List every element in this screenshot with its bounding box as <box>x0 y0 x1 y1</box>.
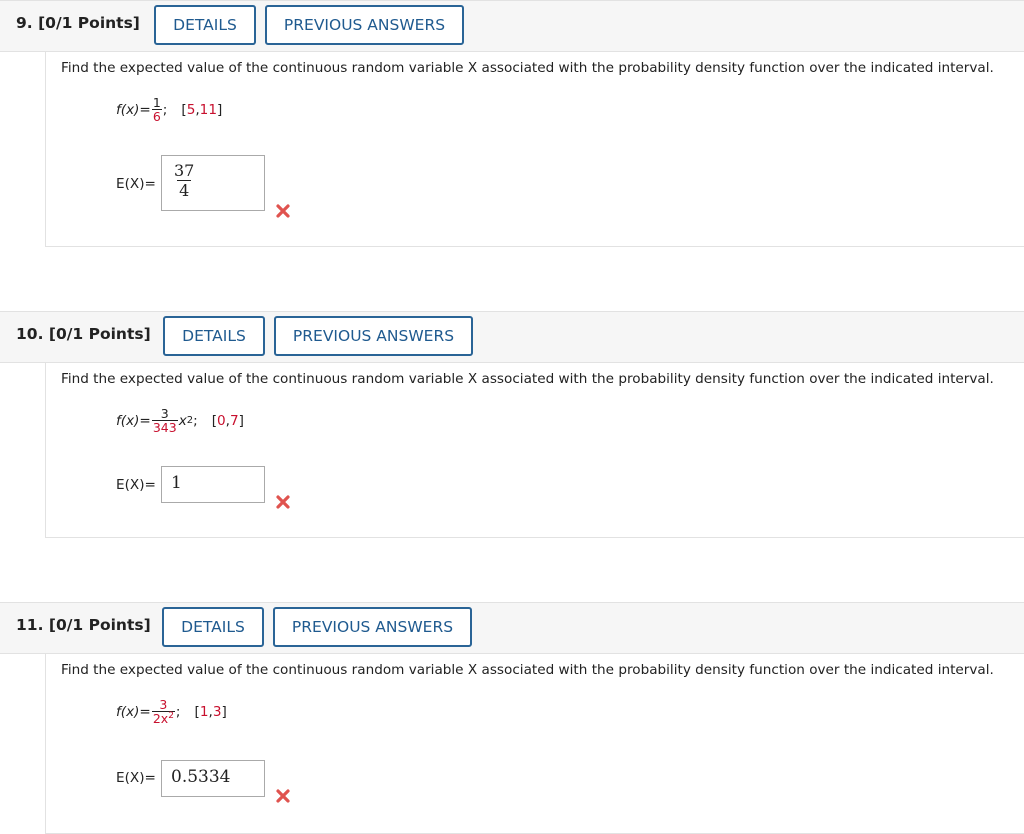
question-header: 11. [0/1 Points] DETAILS PREVIOUS ANSWER… <box>0 602 1024 654</box>
question-prompt: Find the expected value of the continuou… <box>61 371 994 387</box>
x-mark-icon <box>276 495 290 509</box>
previous-answers-button[interactable]: PREVIOUS ANSWERS <box>274 316 473 356</box>
question-body: Find the expected value of the continuou… <box>45 654 1024 834</box>
details-button[interactable]: DETAILS <box>162 607 264 647</box>
density-function: f(x)= 1 6 ; [5,11] <box>116 95 223 124</box>
answer-label: E(X)= <box>116 176 156 192</box>
question-prompt: Find the expected value of the continuou… <box>61 60 994 76</box>
interval: [5,11] <box>181 101 223 118</box>
x-mark-icon <box>276 789 290 803</box>
answer-input[interactable]: 1 <box>161 466 265 503</box>
details-button[interactable]: DETAILS <box>154 5 256 45</box>
interval: [1,3] <box>194 703 227 720</box>
fraction: 3 2x2 <box>151 697 175 726</box>
fraction: 1 6 <box>151 95 162 124</box>
density-function: f(x)= 3 343 x 2; [0,7] <box>116 406 244 435</box>
question-body: Find the expected value of the continuou… <box>45 52 1024 247</box>
question-header: 10. [0/1 Points] DETAILS PREVIOUS ANSWER… <box>0 311 1024 363</box>
answer-input[interactable]: 37 4 <box>161 155 265 211</box>
question-points-label: 10. [0/1 Points] <box>16 325 151 343</box>
answer-input[interactable]: 0.5334 <box>161 760 265 797</box>
answer-fraction: 37 4 <box>174 161 195 200</box>
answer-label: E(X)= <box>116 770 156 786</box>
density-function: f(x)= 3 2x2 ; [1,3] <box>116 697 227 726</box>
question-header: 9. [0/1 Points] DETAILS PREVIOUS ANSWERS <box>0 0 1024 52</box>
previous-answers-button[interactable]: PREVIOUS ANSWERS <box>273 607 472 647</box>
answer-label: E(X)= <box>116 477 156 493</box>
question-points-label: 11. [0/1 Points] <box>16 616 151 634</box>
interval: [0,7] <box>211 412 244 429</box>
question-points-label: 9. [0/1 Points] <box>16 14 140 32</box>
x-mark-icon <box>276 204 290 218</box>
previous-answers-button[interactable]: PREVIOUS ANSWERS <box>265 5 464 45</box>
question-prompt: Find the expected value of the continuou… <box>61 662 994 678</box>
fraction: 3 343 <box>151 406 178 435</box>
details-button[interactable]: DETAILS <box>163 316 265 356</box>
question-body: Find the expected value of the continuou… <box>45 363 1024 538</box>
